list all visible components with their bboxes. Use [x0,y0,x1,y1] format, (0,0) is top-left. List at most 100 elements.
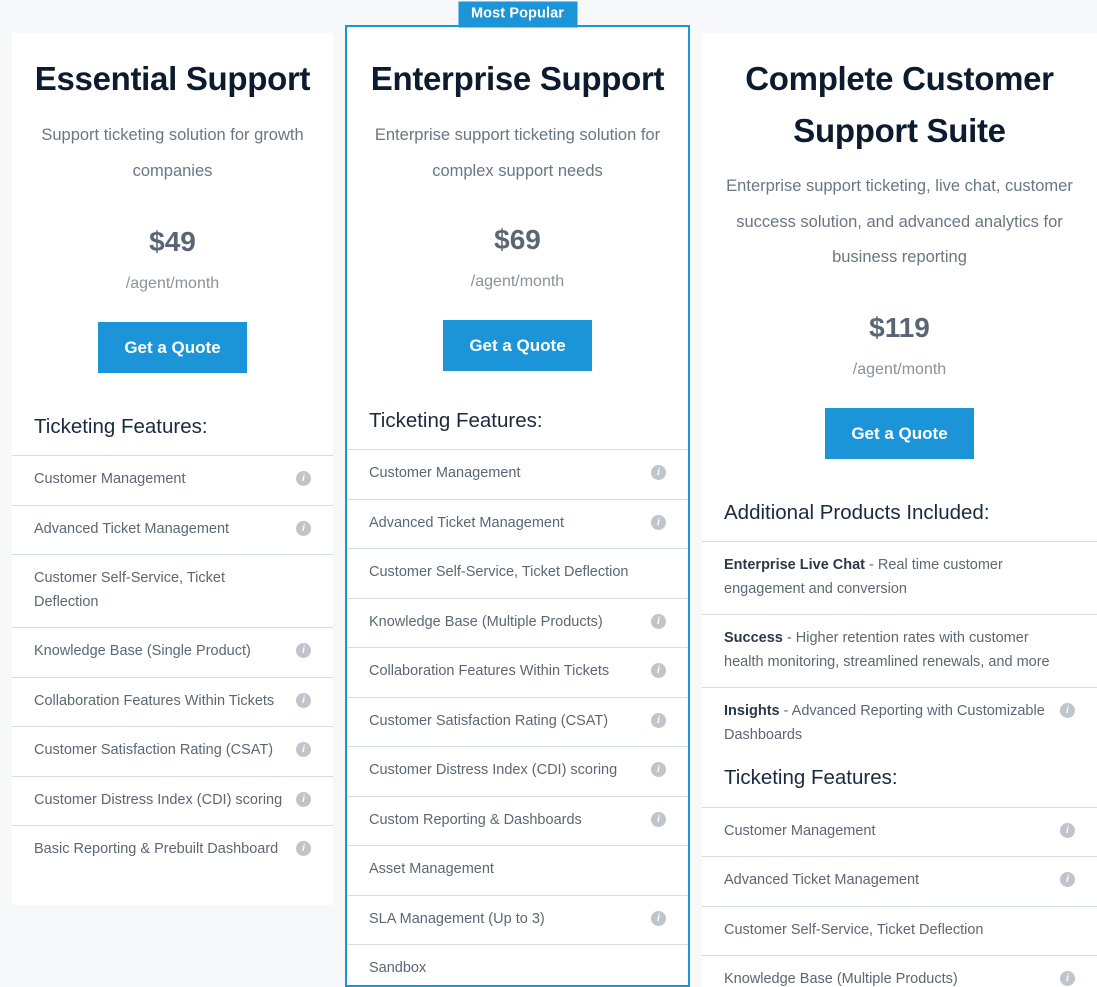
pricing-plans-grid: Essential Support Support ticketing solu… [0,0,1097,987]
feature-label: Knowledge Base (Multiple Products) [724,971,958,987]
feature-row: Knowledge Base (Multiple Products) i [702,955,1097,987]
feature-row: Customer Management i [347,449,688,498]
feature-label: Customer Satisfaction Rating (CSAT) [34,742,274,759]
feature-label: Enterprise Live Chat - Real time custome… [724,557,1003,597]
info-icon[interactable]: i [651,712,666,728]
feature-label: Customer Distress Index (CDI) scoring [34,791,283,808]
pricing-card-enterprise-support: Most Popular Enterprise Support Enterpri… [345,1,690,987]
feature-label: Knowledge Base (Single Product) [34,643,251,660]
feature-row: Customer Management i [702,806,1097,856]
info-icon[interactable]: i [651,465,666,481]
feature-label: Customer Management [724,822,876,839]
info-icon[interactable]: i [651,910,666,926]
feature-row: Customer Self-Service, Ticket Deflection… [347,548,688,597]
feature-section-heading: Ticketing Features: [34,414,208,438]
feature-row: Insights - Advanced Reporting with Custo… [702,687,1097,760]
feature-row: Custom Reporting & Dashboards i [347,795,688,845]
feature-product-name: Enterprise Live Chat [724,557,866,574]
info-icon[interactable]: i [1060,703,1075,719]
info-icon[interactable]: i [1060,822,1075,838]
feature-row: Customer Satisfaction Rating (CSAT) i [12,726,333,775]
feature-section: Ticketing Features: Customer Management i A… [347,408,688,987]
feature-list: Customer Management i Advanced Ticket Mana… [12,455,333,874]
feature-label: Sandbox [369,960,427,977]
feature-product-name: Insights [724,703,780,720]
feature-sections: Additional Products Included: Enterprise … [702,500,1097,987]
info-icon[interactable]: i [296,742,311,758]
info-icon[interactable]: i [651,514,666,530]
info-icon[interactable]: i [296,643,311,659]
info-icon[interactable]: i [651,663,666,679]
feature-label: Advanced Ticket Management [369,514,565,531]
info-icon[interactable]: i [651,762,666,778]
feature-label: Knowledge Base (Multiple Products) [369,613,603,630]
feature-row: Customer Management i [12,455,333,504]
info-icon[interactable]: i [296,841,311,857]
feature-label: Customer Self-Service, Ticket Deflection [34,570,225,610]
plan-price-period: /agent/month [470,272,565,290]
feature-row: Success - Higher retention rates with cu… [702,614,1097,687]
feature-label: Insights - Advanced Reporting with Custo… [724,703,1045,743]
info-icon[interactable]: i [296,692,311,708]
info-icon[interactable]: i [651,613,666,629]
feature-label: Customer Self-Service, Ticket Deflection [724,921,984,938]
feature-row: Sandboxi [347,944,688,987]
pricing-card-complete-customer-support-suite: Complete Customer Support Suite Enterpri… [702,33,1097,987]
feature-row: Customer Distress Index (CDI) scoring i [12,775,333,825]
plan-price: $49 [149,225,196,257]
feature-row: Collaboration Features Within Tickets i [347,647,688,696]
plan-description: Support ticketing solution for growth co… [41,126,304,181]
get-a-quote-button[interactable]: Get a Quote [98,321,247,373]
feature-label: Customer Self-Service, Ticket Deflection [369,564,629,581]
feature-section-heading: Ticketing Features: [369,408,543,432]
feature-section-heading: Additional Products Included: [724,500,990,524]
get-a-quote-button[interactable]: Get a Quote [825,407,974,459]
feature-list: Customer Management i Advanced Ticket Mana… [347,449,688,987]
feature-row: Customer Distress Index (CDI) scoring i [347,746,688,795]
feature-sections: Ticketing Features: Customer Management i A… [12,414,333,875]
feature-label: Asset Management [369,861,494,878]
info-icon[interactable]: i [296,471,311,487]
feature-row: Basic Reporting & Prebuilt Dashboard i [12,825,333,874]
info-icon[interactable]: i [1060,872,1075,888]
most-popular-badge: Most Popular [457,1,578,27]
plan-description: Enterprise support ticketing, live chat,… [726,177,1073,267]
feature-row: Advanced Ticket Management i [12,504,333,554]
feature-row: Advanced Ticket Management i [702,856,1097,905]
feature-label: Customer Satisfaction Rating (CSAT) [369,712,609,729]
info-icon[interactable]: i [296,791,311,807]
feature-label: Success - Higher retention rates with cu… [724,630,1050,670]
plan-price-period: /agent/month [852,360,947,378]
info-icon[interactable]: i [651,811,666,827]
feature-sections: Ticketing Features: Customer Management i A… [347,408,688,987]
feature-row: SLA Management (Up to 3) i [347,894,688,944]
feature-label: Basic Reporting & Prebuilt Dashboard [34,841,279,858]
card-header: Enterprise Support Enterprise support ti… [347,53,688,371]
feature-product-name: Success [724,630,783,647]
feature-list: Customer Management i Advanced Ticket Mana… [702,806,1097,987]
plan-title: Complete Customer Support Suite [745,60,1054,150]
feature-section: Ticketing Features: Customer Management i A… [702,768,1097,987]
feature-label: SLA Management (Up to 3) [369,910,545,927]
get-a-quote-button[interactable]: Get a Quote [443,319,592,371]
feature-label: Advanced Ticket Management [34,520,230,537]
feature-label: Collaboration Features Within Tickets [34,692,275,709]
feature-section: Ticketing Features: Customer Management i A… [12,414,333,875]
feature-row: Knowledge Base (Multiple Products) i [347,597,688,647]
plan-price-period: /agent/month [125,274,220,292]
feature-row: Advanced Ticket Management i [347,498,688,548]
feature-label: Collaboration Features Within Tickets [369,663,610,680]
pricing-card-essential-support: Essential Support Support ticketing solu… [12,33,333,905]
feature-row: Enterprise Live Chat - Real time custome… [702,541,1097,614]
card-header: Complete Customer Support Suite Enterpri… [702,53,1097,459]
card-header: Essential Support Support ticketing solu… [12,53,333,373]
feature-row: Collaboration Features Within Tickets i [12,676,333,726]
info-icon[interactable]: i [1060,971,1075,987]
feature-label: Customer Distress Index (CDI) scoring [369,762,618,779]
feature-section-heading: Ticketing Features: [724,766,898,790]
plan-title: Enterprise Support [370,60,665,97]
feature-row: Asset Managementi [347,845,688,894]
info-icon[interactable]: i [296,520,311,536]
plan-title: Essential Support [34,60,311,97]
feature-section: Additional Products Included: Enterprise … [702,500,1097,760]
